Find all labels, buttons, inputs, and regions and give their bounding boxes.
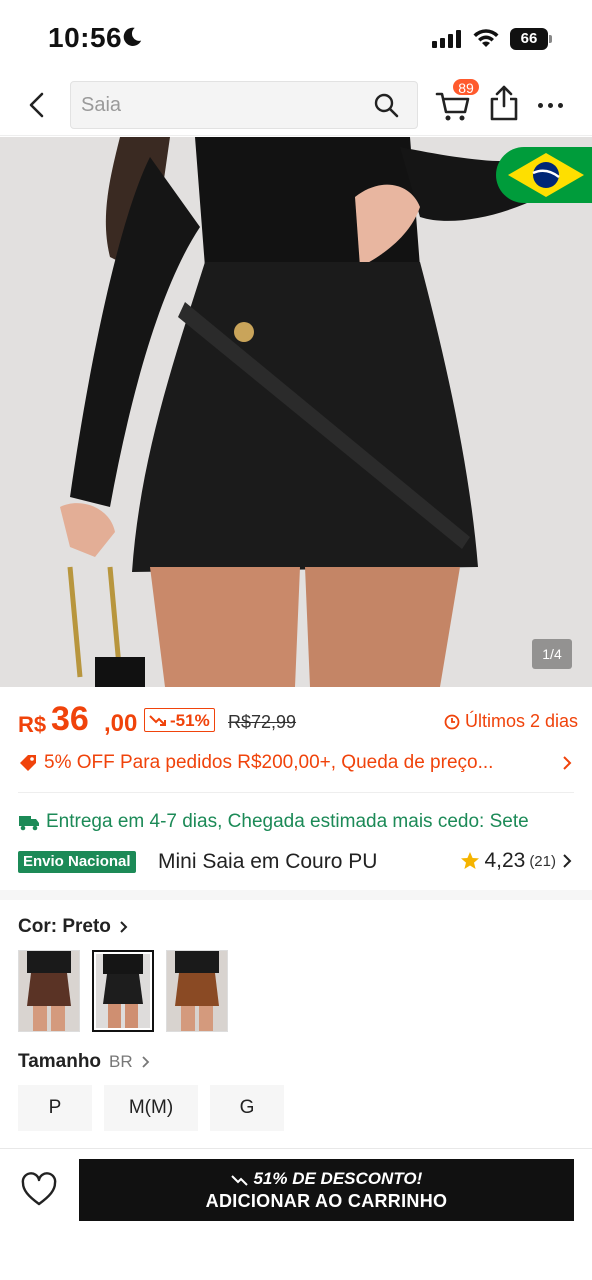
size-option-m[interactable]: M(M) [104, 1085, 198, 1131]
product-photo [0, 137, 592, 687]
back-icon[interactable] [20, 88, 54, 122]
rating[interactable]: 4,23 (21) [460, 849, 574, 873]
color-label-text: Cor: Preto [18, 916, 111, 937]
discount-value: -51% [170, 710, 210, 730]
moon-icon [123, 27, 142, 46]
share-icon[interactable] [488, 84, 520, 122]
status-bar: 10:56 66 [0, 0, 592, 78]
promo-row[interactable]: 5% OFF Para pedidos R$200,00+, Queda de … [18, 748, 574, 778]
size-label-text: Tamanho [18, 1051, 102, 1072]
cart-count-badge: 89 [452, 78, 480, 96]
original-price: R$72,99 [228, 712, 297, 732]
size-unit: BR [109, 1052, 133, 1071]
search-bar[interactable] [70, 81, 418, 129]
bottom-action-bar: 51% DE DESCONTO! ADICIONAR AO CARRINHO [0, 1148, 592, 1280]
delivery-text: Entrega em 4-7 dias, Chegada estimada ma… [46, 811, 529, 832]
divider [18, 792, 574, 793]
size-option-g[interactable]: G [210, 1085, 284, 1131]
urgency-label: Últimos 2 dias [444, 711, 578, 732]
search-input[interactable] [81, 82, 371, 128]
price-cents: ,00 [104, 710, 138, 737]
rating-value: 4,23 [484, 849, 526, 872]
chevron-right-icon[interactable] [560, 853, 574, 869]
heart-icon[interactable] [20, 1171, 58, 1209]
wifi-icon [473, 29, 499, 47]
color-selector-label[interactable]: Cor: Preto [18, 916, 129, 938]
size-selector-label[interactable]: Tamanho BR [18, 1051, 151, 1073]
trend-down-icon [231, 1174, 248, 1186]
clock-icon [444, 714, 460, 729]
chevron-right-icon [142, 1056, 149, 1068]
signal-icon [432, 30, 461, 48]
status-time: 10:56 [48, 22, 123, 53]
truck-icon [19, 816, 39, 831]
battery-level: 66 [510, 28, 548, 50]
section-separator [0, 890, 592, 900]
top-nav: 89 [0, 78, 592, 136]
size-options: P M(M) G [18, 1085, 284, 1131]
star-icon [461, 852, 480, 869]
chevron-right-icon [120, 921, 128, 933]
urgency-text: Últimos 2 dias [464, 711, 578, 731]
size-option-p[interactable]: P [18, 1085, 92, 1131]
cta-promo-text: 51% DE DESCONTO! [253, 1169, 423, 1188]
trend-down-icon [149, 715, 166, 726]
discount-badge: -51% [144, 708, 215, 732]
tag-icon [20, 755, 36, 771]
shipping-badge: Envio Nacional [18, 851, 136, 873]
chevron-right-icon[interactable] [560, 755, 574, 771]
delivery-row[interactable]: Entrega em 4-7 dias, Chegada estimada ma… [18, 808, 574, 836]
product-title-row: Envio Nacional Mini Saia em Couro PU 4,2… [18, 846, 574, 878]
price-amount: 36 [51, 700, 89, 738]
search-icon[interactable] [373, 92, 399, 118]
color-swatches [18, 950, 228, 1032]
cta-promo: 51% DE DESCONTO! [79, 1169, 574, 1189]
battery-icon: 66 [510, 28, 552, 50]
product-image[interactable]: 1/4 [0, 137, 592, 687]
add-to-cart-button[interactable]: 51% DE DESCONTO! ADICIONAR AO CARRINHO [79, 1159, 574, 1221]
color-swatch-brown[interactable] [18, 950, 80, 1032]
product-title: Mini Saia em Couro PU [158, 850, 378, 873]
color-swatch-caramel[interactable] [166, 950, 228, 1032]
cta-label: ADICIONAR AO CARRINHO [205, 1191, 448, 1211]
color-swatch-black[interactable] [92, 950, 154, 1032]
promo-text: 5% OFF Para pedidos R$200,00+, Queda de … [44, 752, 494, 773]
review-count: (21) [529, 852, 556, 870]
image-counter: 1/4 [532, 639, 572, 669]
more-options-icon[interactable] [538, 90, 570, 120]
price-currency: R$ [18, 712, 47, 737]
price-row: R$ 36 ,00 -51% R$72,99 Últimos 2 dias [18, 700, 578, 740]
brazil-flag-icon [496, 147, 592, 203]
